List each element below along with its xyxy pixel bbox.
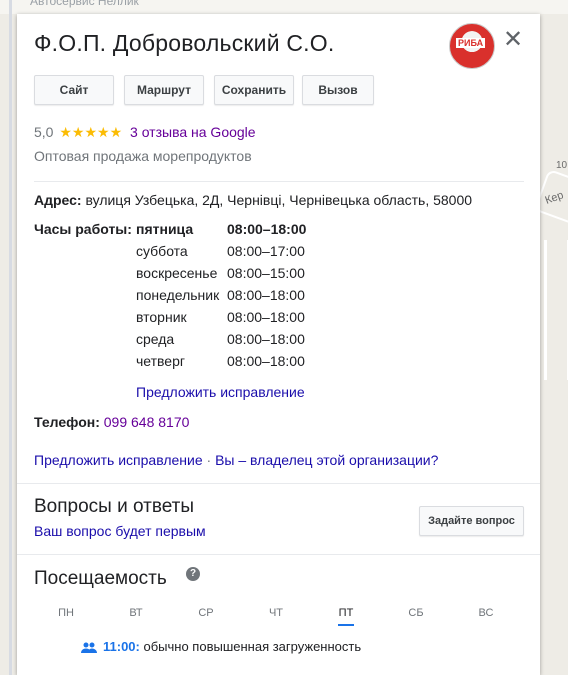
tab-day-tue[interactable]: ВТ <box>116 607 156 619</box>
claim-business-link[interactable]: Вы – владелец этой организации? <box>215 452 438 468</box>
phone-row: Телефон: 099 648 8170 <box>34 414 189 430</box>
map-label-number: 10 <box>556 160 568 171</box>
edit-links-row: Предложить исправление · Вы – владелец э… <box>34 452 438 468</box>
place-title: Ф.О.П. Добровольский С.О. <box>34 30 335 56</box>
separator: · <box>202 452 216 468</box>
address-value: вулиця Узбецька, 2Д, Чернівці, Чернівець… <box>85 192 473 208</box>
tab-day-sat[interactable]: СБ <box>396 607 436 619</box>
rating-value: 5,0 <box>34 124 54 140</box>
suggest-edit-hours-link[interactable]: Предложить исправление <box>136 384 305 400</box>
hours-day: четверг <box>136 353 185 369</box>
hours-time: 08:00–17:00 <box>227 243 305 259</box>
hours-day: суббота <box>136 243 188 259</box>
website-button[interactable]: Сайт <box>34 75 114 105</box>
star-rating-icon: ★★★★★ <box>59 124 123 140</box>
qa-title: Вопросы и ответы <box>34 496 195 517</box>
map-label-top: Автосервис Неллик <box>30 0 139 8</box>
phone-label: Телефон: <box>34 414 100 430</box>
call-button[interactable]: Вызов <box>302 75 374 105</box>
busy-text: обычно повышенная загруженность <box>139 639 362 654</box>
address-row: Адрес: вулиця Узбецька, 2Д, Чернівці, Че… <box>34 192 472 208</box>
tab-day-fri[interactable]: ПТ <box>326 607 366 626</box>
busyness-row: 11:00: обычно повышенная загруженность <box>81 639 361 654</box>
hours-time: 08:00–18:00 <box>227 221 307 237</box>
phone-number-link[interactable]: 099 648 8170 <box>104 414 190 430</box>
hours-day: понедельник <box>136 287 220 303</box>
divider <box>34 181 524 182</box>
hours-time: 08:00–15:00 <box>227 265 305 281</box>
people-icon <box>81 642 97 653</box>
reviews-link[interactable]: 3 отзыва на Google <box>130 124 256 140</box>
hours-day: пятница <box>136 221 194 237</box>
map-road-left <box>9 0 12 675</box>
place-category: Оптовая продажа морепродуктов <box>34 148 252 164</box>
busy-time: 11:00: <box>103 639 140 654</box>
tab-day-thu[interactable]: ЧТ <box>256 607 296 619</box>
hours-time: 08:00–18:00 <box>227 287 305 303</box>
hours-day: воскресенье <box>136 265 218 281</box>
popular-times-title: Посещаемость <box>34 568 167 589</box>
help-icon[interactable]: ? <box>186 567 200 581</box>
hours-time: 08:00–18:00 <box>227 309 305 325</box>
divider <box>17 483 540 484</box>
suggest-edit-link[interactable]: Предложить исправление <box>34 452 203 468</box>
first-question-link[interactable]: Ваш вопрос будет первым <box>34 523 206 539</box>
tab-day-sun[interactable]: ВС <box>466 607 506 619</box>
divider <box>17 554 540 555</box>
rating-row: 5,0 ★★★★★ 3 отзыва на Google <box>34 124 256 141</box>
place-logo[interactable]: РИБА <box>449 23 495 69</box>
logo-text: РИБА <box>456 38 486 48</box>
directions-button[interactable]: Маршрут <box>124 75 204 105</box>
hours-label: Часы работы: <box>34 221 132 237</box>
hours-time: 08:00–18:00 <box>227 331 305 347</box>
hours-day: вторник <box>136 309 187 325</box>
save-button[interactable]: Сохранить <box>214 75 294 105</box>
map-road-right-lower <box>544 240 568 380</box>
close-icon[interactable]: ✕ <box>501 28 525 52</box>
ask-question-button[interactable]: Задайте вопрос <box>419 506 524 536</box>
place-details-card: Ф.О.П. Добровольский С.О. РИБА ✕ Сайт Ма… <box>17 14 540 675</box>
hours-time: 08:00–18:00 <box>227 353 305 369</box>
address-label: Адрес: <box>34 192 82 208</box>
tab-day-mon[interactable]: ПН <box>46 607 86 619</box>
tab-day-wed[interactable]: СР <box>186 607 226 619</box>
hours-day: среда <box>136 331 175 347</box>
